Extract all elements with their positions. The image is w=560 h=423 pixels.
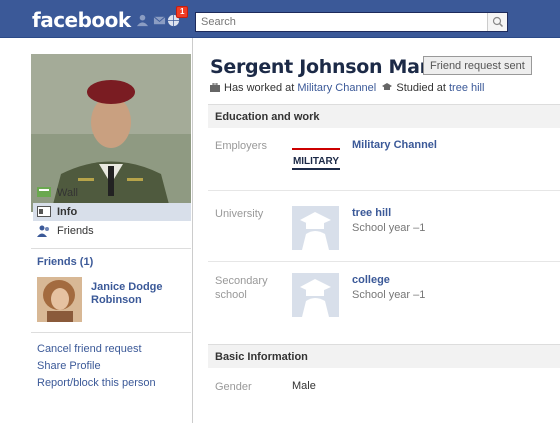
sidebar-divider-2 [31, 332, 191, 333]
friend-requests-icon[interactable] [136, 14, 149, 27]
military-channel-logo[interactable]: MILITARY [292, 148, 340, 172]
secondary-school-year: School year –1 [352, 289, 426, 301]
notification-count-badge[interactable]: 1 [176, 6, 189, 18]
gender-label: Gender [215, 381, 252, 393]
briefcase-icon [210, 83, 220, 92]
search-icon [492, 16, 504, 28]
friends-icon [37, 225, 49, 237]
studied-prefix: Studied at [396, 82, 446, 94]
nav-friends-label: Friends [57, 225, 94, 237]
profile-summary: Has worked at Military Channel Studied a… [210, 82, 484, 94]
basic-info-section-heading: Basic Information [208, 344, 560, 368]
nav-info-label: Info [57, 206, 78, 218]
sidebar-divider [31, 248, 191, 249]
profile-name: Sergent Johnson Mark [210, 56, 442, 78]
friends-section-title[interactable]: Friends (1) [37, 256, 93, 268]
university-link[interactable]: tree hill [352, 207, 391, 219]
cancel-friend-request-link[interactable]: Cancel friend request [37, 343, 142, 355]
employers-label: Employers [215, 140, 267, 152]
worked-prefix: Has worked at [224, 82, 295, 94]
nav-info[interactable]: Info [33, 203, 191, 221]
university-placeholder-icon [292, 206, 339, 250]
search-input[interactable]: Search [195, 12, 508, 32]
gender-value: Male [292, 380, 316, 392]
university-label: University [215, 208, 264, 220]
left-sidebar: Wall Info Friends Friends (1) Janice Dod… [0, 38, 193, 423]
worked-at-link[interactable]: Military Channel [297, 82, 376, 94]
secondary-school-placeholder-icon [292, 273, 339, 317]
nav-wall-label: Wall [57, 187, 78, 199]
wall-icon [37, 187, 51, 197]
nav-wall[interactable]: Wall [33, 184, 191, 202]
search-placeholder: Search [201, 16, 236, 28]
university-year: School year –1 [352, 222, 426, 234]
info-icon [37, 206, 51, 217]
friend-name-link[interactable]: Janice Dodge Robinson [91, 281, 181, 307]
messages-icon[interactable] [153, 14, 166, 27]
share-profile-link[interactable]: Share Profile [37, 360, 101, 372]
secondary-school-label: Secondary school [215, 275, 268, 301]
graduation-cap-icon [382, 83, 393, 90]
education-section-heading: Education and work [208, 104, 560, 128]
report-block-link[interactable]: Report/block this person [37, 377, 156, 389]
military-logo-text: MILITARY [293, 156, 339, 167]
search-button[interactable] [487, 13, 507, 31]
nav-friends[interactable]: Friends [33, 222, 191, 240]
employer-link[interactable]: Military Channel [352, 139, 437, 151]
studied-at-link[interactable]: tree hill [449, 82, 484, 94]
row-divider [208, 190, 560, 191]
top-bar: facebook 1 Search [0, 0, 560, 38]
friend-request-sent-button[interactable]: Friend request sent [423, 56, 532, 75]
facebook-logo[interactable]: facebook [32, 8, 131, 32]
secondary-school-link[interactable]: college [352, 274, 390, 286]
row-divider-2 [208, 261, 560, 262]
friend-avatar[interactable] [37, 277, 82, 322]
